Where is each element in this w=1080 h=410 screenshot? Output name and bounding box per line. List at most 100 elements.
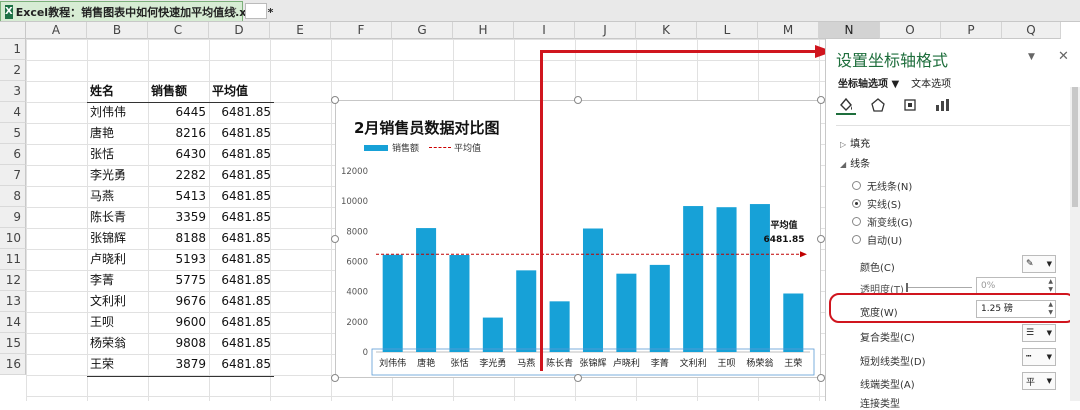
column-header-f[interactable]: F bbox=[331, 22, 392, 39]
column-header-h[interactable]: H bbox=[453, 22, 514, 39]
pane-scrollbar[interactable] bbox=[1070, 87, 1080, 401]
table-cell[interactable]: 8188 bbox=[148, 228, 209, 249]
table-cell[interactable]: 6481.85 bbox=[209, 144, 274, 165]
compound-type-dropdown[interactable]: ☰ ▼ bbox=[1022, 324, 1056, 342]
table-cell[interactable]: 5413 bbox=[148, 186, 209, 207]
radio-button[interactable] bbox=[852, 217, 861, 226]
row-header-9[interactable]: 9 bbox=[0, 207, 26, 228]
table-cell[interactable]: 6481.85 bbox=[209, 249, 274, 270]
effects-icon[interactable] bbox=[868, 95, 888, 115]
column-header-e[interactable]: E bbox=[270, 22, 331, 39]
close-icon[interactable]: ✕ bbox=[1058, 49, 1069, 64]
table-cell[interactable]: 8216 bbox=[148, 123, 209, 144]
table-cell[interactable]: 6481.85 bbox=[209, 270, 274, 291]
chart-resize-handle[interactable] bbox=[331, 96, 339, 104]
cap-type-dropdown[interactable]: 平 ▼ bbox=[1022, 372, 1056, 390]
transparency-slider-handle[interactable] bbox=[906, 283, 908, 292]
chart-resize-handle[interactable] bbox=[574, 374, 582, 382]
table-cell[interactable]: 王呗 bbox=[87, 312, 148, 333]
column-header-d[interactable]: D bbox=[209, 22, 270, 39]
sales-chart[interactable]: 2月销售员数据对比图 销售额 平均值 0 2000 4000 6000 8000 1000… bbox=[335, 100, 821, 378]
column-header-i[interactable]: I bbox=[514, 22, 575, 39]
column-header-n[interactable]: N bbox=[819, 22, 880, 39]
table-cell[interactable]: 张恬 bbox=[87, 144, 148, 165]
scrollbar-thumb[interactable] bbox=[1072, 87, 1078, 207]
table-cell[interactable]: 文利利 bbox=[87, 291, 148, 312]
new-tab-box[interactable] bbox=[245, 3, 267, 19]
radio-automatic[interactable]: 自动(U) bbox=[852, 232, 902, 247]
row-header-4[interactable]: 4 bbox=[0, 102, 26, 123]
table-cell[interactable]: 马燕 bbox=[87, 186, 148, 207]
tab-axis-options[interactable]: 坐标轴选项 ▼ bbox=[838, 75, 899, 90]
column-header-j[interactable]: J bbox=[575, 22, 636, 39]
table-cell[interactable]: 李菁 bbox=[87, 270, 148, 291]
section-fill[interactable]: ▷ 填充 bbox=[840, 135, 870, 150]
table-cell[interactable]: 6481.85 bbox=[209, 207, 274, 228]
table-cell[interactable]: 6481.85 bbox=[209, 354, 274, 375]
row-header-7[interactable]: 7 bbox=[0, 165, 26, 186]
table-cell[interactable]: 6481.85 bbox=[209, 312, 274, 333]
chart-resize-handle[interactable] bbox=[331, 235, 339, 243]
row-header-13[interactable]: 13 bbox=[0, 291, 26, 312]
row-header-6[interactable]: 6 bbox=[0, 144, 26, 165]
column-header-g[interactable]: G bbox=[392, 22, 453, 39]
transparency-slider-track[interactable] bbox=[906, 287, 972, 288]
table-cell[interactable]: 3359 bbox=[148, 207, 209, 228]
table-cell[interactable]: 6481.85 bbox=[209, 186, 274, 207]
table-cell[interactable]: 张锦辉 bbox=[87, 228, 148, 249]
radio-button[interactable] bbox=[852, 181, 861, 190]
table-header-cell[interactable]: 平均值 bbox=[209, 81, 274, 102]
table-header-cell[interactable]: 姓名 bbox=[87, 81, 148, 102]
column-header-b[interactable]: B bbox=[87, 22, 148, 39]
tab-text-options[interactable]: 文本选项 bbox=[911, 75, 951, 90]
chart-resize-handle[interactable] bbox=[817, 374, 825, 382]
row-header-10[interactable]: 10 bbox=[0, 228, 26, 249]
radio-button[interactable] bbox=[852, 235, 861, 244]
table-cell[interactable]: 6481.85 bbox=[209, 333, 274, 354]
axis-options-icon[interactable] bbox=[932, 95, 952, 115]
table-cell[interactable]: 李光勇 bbox=[87, 165, 148, 186]
chart-resize-handle[interactable] bbox=[331, 374, 339, 382]
row-header-2[interactable]: 2 bbox=[0, 60, 26, 81]
table-cell[interactable]: 陈长青 bbox=[87, 207, 148, 228]
color-picker-button[interactable]: ✎ ▼ bbox=[1022, 255, 1056, 273]
pane-options-dropdown[interactable]: ▼ bbox=[1028, 52, 1035, 62]
row-header-3[interactable]: 3 bbox=[0, 81, 26, 102]
table-cell[interactable]: 9676 bbox=[148, 291, 209, 312]
table-cell[interactable]: 6481.85 bbox=[209, 123, 274, 144]
table-cell[interactable]: 刘伟伟 bbox=[87, 102, 148, 123]
radio-solid-line[interactable]: 实线(S) bbox=[852, 196, 901, 211]
table-cell[interactable]: 5775 bbox=[148, 270, 209, 291]
column-header-o[interactable]: O bbox=[880, 22, 941, 39]
column-header-k[interactable]: K bbox=[636, 22, 697, 39]
column-header-q[interactable]: Q bbox=[1002, 22, 1061, 39]
radio-gradient-line[interactable]: 渐变线(G) bbox=[852, 214, 913, 229]
close-icon[interactable]: × bbox=[229, 4, 238, 17]
table-cell[interactable]: 6445 bbox=[148, 102, 209, 123]
chart-resize-handle[interactable] bbox=[817, 235, 825, 243]
table-cell[interactable]: 6481.85 bbox=[209, 165, 274, 186]
chart-resize-handle[interactable] bbox=[574, 96, 582, 104]
row-header-1[interactable]: 1 bbox=[0, 39, 26, 60]
document-tab[interactable]: X Excel教程：销售图表中如何快速加平均值线.xlsx * × bbox=[0, 1, 273, 21]
table-cell[interactable]: 9808 bbox=[148, 333, 209, 354]
row-header-11[interactable]: 11 bbox=[0, 249, 26, 270]
table-header-cell[interactable]: 销售额 bbox=[148, 81, 209, 102]
table-cell[interactable]: 6430 bbox=[148, 144, 209, 165]
column-header-c[interactable]: C bbox=[148, 22, 209, 39]
table-cell[interactable]: 杨荣翁 bbox=[87, 333, 148, 354]
table-cell[interactable]: 2282 bbox=[148, 165, 209, 186]
table-cell[interactable]: 卢晓利 bbox=[87, 249, 148, 270]
radio-button[interactable] bbox=[852, 199, 861, 208]
section-line[interactable]: ◢ 线条 bbox=[840, 155, 870, 170]
chart-resize-handle[interactable] bbox=[817, 96, 825, 104]
row-header-8[interactable]: 8 bbox=[0, 186, 26, 207]
select-all-corner[interactable] bbox=[0, 22, 26, 39]
size-properties-icon[interactable] bbox=[900, 95, 920, 115]
column-header-m[interactable]: M bbox=[758, 22, 819, 39]
table-cell[interactable]: 9600 bbox=[148, 312, 209, 333]
row-header-16[interactable]: 16 bbox=[0, 354, 26, 375]
table-cell[interactable]: 王荣 bbox=[87, 354, 148, 375]
spinner-arrows-icon[interactable]: ▲ ▼ bbox=[1048, 278, 1053, 294]
column-header-a[interactable]: A bbox=[26, 22, 87, 39]
